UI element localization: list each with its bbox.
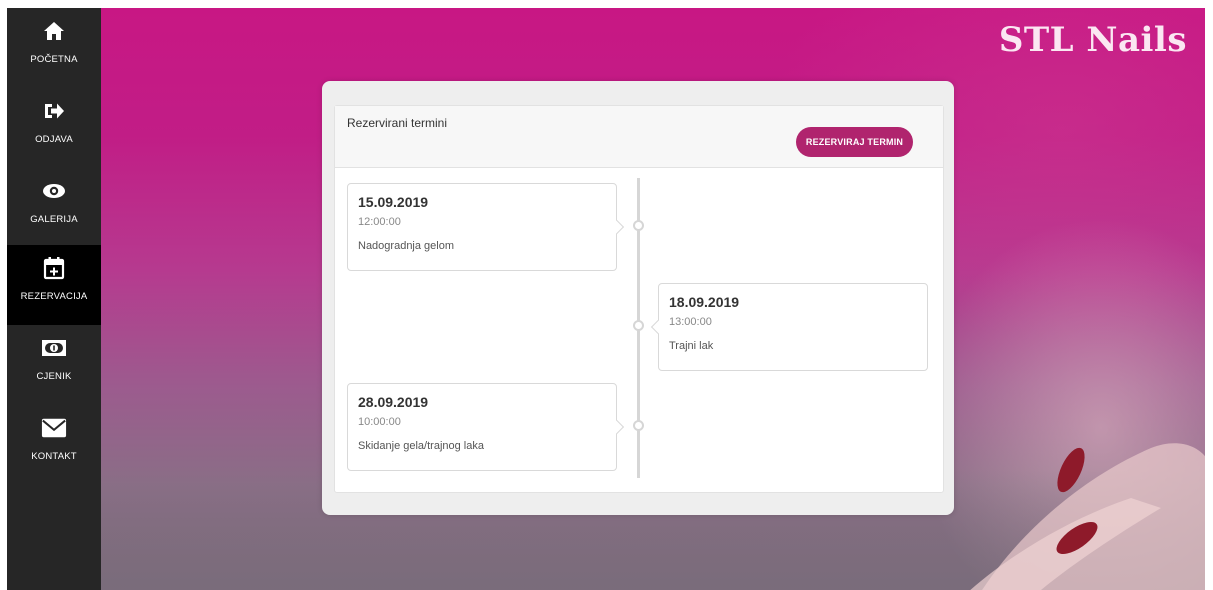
- entry-time: 13:00:00: [669, 316, 712, 328]
- entry-service: Trajni lak: [669, 340, 714, 352]
- timeline-dot: [633, 220, 644, 231]
- sidebar-item-label: GALERIJA: [30, 214, 78, 225]
- home-icon: [41, 18, 67, 44]
- timeline-entry[interactable]: 28.09.2019 10:00:00 Skidanje gela/trajno…: [347, 383, 625, 471]
- sign-out-icon: [41, 98, 67, 124]
- sidebar-item-cjenik[interactable]: CJENIK: [7, 325, 101, 405]
- eye-icon: [41, 178, 67, 204]
- entry-time: 12:00:00: [358, 216, 401, 228]
- sidebar: POČETNA ODJAVA GALERIJA REZERVACIJA CJEN…: [7, 8, 101, 590]
- timeline-dot: [633, 320, 644, 331]
- reservations-title: Rezervirani termini: [347, 116, 448, 130]
- timeline-entry[interactable]: 18.09.2019 13:00:00 Trajni lak: [650, 283, 928, 371]
- sidebar-item-label: POČETNA: [30, 54, 78, 65]
- entry-arrow: [650, 319, 666, 335]
- entry-date: 18.09.2019: [669, 294, 740, 310]
- app-frame: POČETNA ODJAVA GALERIJA REZERVACIJA CJEN…: [7, 8, 1205, 590]
- entry-arrow: [609, 419, 625, 435]
- background-hand-image: [970, 443, 1205, 590]
- sidebar-item-label: CJENIK: [36, 371, 72, 382]
- sidebar-item-label: REZERVACIJA: [20, 291, 88, 302]
- sidebar-item-rezervacija[interactable]: REZERVACIJA: [7, 245, 101, 325]
- brand-logo[interactable]: STL Nails: [999, 20, 1187, 60]
- entry-time: 10:00:00: [358, 416, 401, 428]
- entry-date: 15.09.2019: [358, 194, 429, 210]
- reserve-appointment-button[interactable]: REZERVIRAJ TERMIN: [796, 127, 913, 157]
- sidebar-item-galerija[interactable]: GALERIJA: [7, 168, 101, 248]
- sidebar-item-odjava[interactable]: ODJAVA: [7, 88, 101, 168]
- entry-service: Skidanje gela/trajnog laka: [358, 440, 484, 452]
- sidebar-item-label: KONTAKT: [31, 451, 77, 462]
- calendar-plus-icon: [41, 255, 67, 281]
- reservations-panel: Rezervirani termini REZERVIRAJ TERMIN 15…: [322, 81, 954, 515]
- entry-service: Nadogradnja gelom: [358, 240, 455, 252]
- sidebar-item-pocetna[interactable]: POČETNA: [7, 8, 101, 88]
- entry-date: 28.09.2019: [358, 394, 429, 410]
- money-icon: [41, 335, 67, 361]
- reservations-card: Rezervirani termini REZERVIRAJ TERMIN 15…: [334, 105, 944, 493]
- main-area: STL Nails Rezervirani termini REZERVIRAJ…: [101, 8, 1205, 590]
- timeline-entry[interactable]: 15.09.2019 12:00:00 Nadogradnja gelom: [347, 183, 625, 271]
- timeline-dot: [633, 420, 644, 431]
- entry-arrow: [609, 219, 625, 235]
- sidebar-item-kontakt[interactable]: KONTAKT: [7, 405, 101, 485]
- card-header: Rezervirani termini REZERVIRAJ TERMIN: [335, 106, 943, 168]
- sidebar-item-label: ODJAVA: [35, 134, 73, 145]
- envelope-icon: [41, 415, 67, 441]
